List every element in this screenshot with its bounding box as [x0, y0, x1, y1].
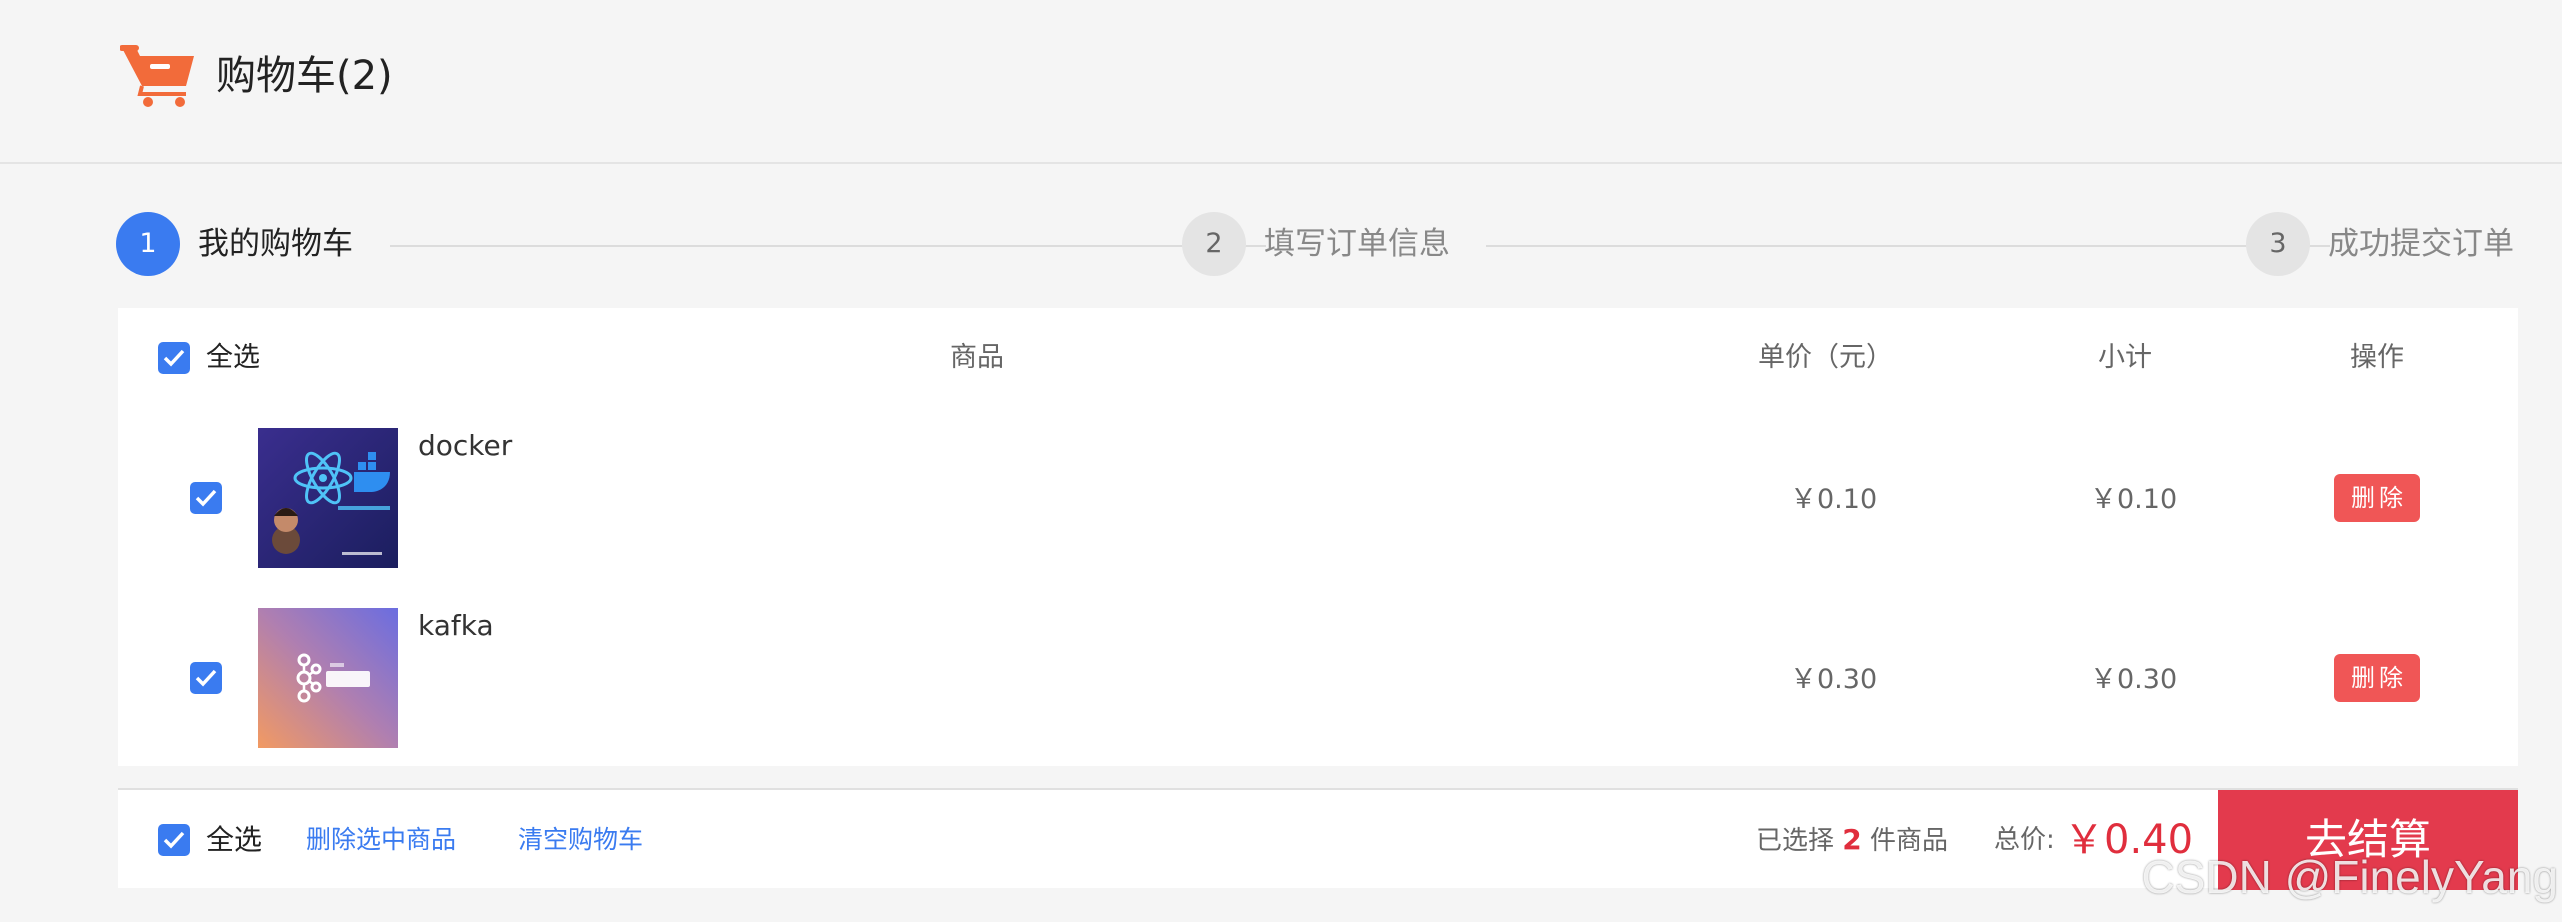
unit-price: ￥0.10	[1790, 484, 1878, 515]
footer-select-all-checkbox[interactable]	[158, 824, 190, 856]
step-3-label: 成功提交订单	[2328, 226, 2514, 262]
cart-page: 购物车(2) 1 我的购物车 2 填写订单信息 3 成功提交订单 全选 商品 单…	[0, 0, 2562, 922]
product-name[interactable]: docker	[418, 426, 512, 466]
checkmark-icon	[195, 669, 217, 687]
select-all-checkbox[interactable]	[158, 342, 190, 374]
cart-table: 全选 商品 单价（元） 小计 操作 docker ￥0.10 ￥0.10 删除 …	[118, 308, 2518, 766]
page-title: 购物车(2)	[216, 53, 393, 99]
column-header-product: 商品	[950, 342, 1004, 373]
selected-suffix: 件商品	[1870, 826, 1949, 856]
selected-count: 2	[1842, 823, 1862, 856]
column-header-price: 单价（元）	[1758, 342, 1893, 373]
step-2-label: 填写订单信息	[1264, 226, 1450, 262]
watermark: CSDN @FinelyYang	[2141, 851, 2558, 903]
footer-select-all-label: 全选	[206, 823, 263, 856]
subtotal: ￥0.10	[2090, 484, 2178, 515]
item-checkbox[interactable]	[190, 482, 222, 514]
step-2-number: 2	[1182, 212, 1246, 276]
unit-price: ￥0.30	[1790, 664, 1878, 695]
delete-button[interactable]: 删除	[2334, 654, 2420, 702]
selected-prefix: 已选择	[1756, 826, 1835, 856]
checkmark-icon	[163, 831, 185, 849]
selected-count-text: 已选择 2 件商品	[1756, 790, 1948, 891]
step-3-number: 3	[2246, 212, 2310, 276]
column-header-subtotal: 小计	[2098, 342, 2152, 373]
step-divider	[1486, 245, 2330, 247]
delete-button[interactable]: 删除	[2334, 474, 2420, 522]
total-label: 总价:	[1994, 825, 2055, 855]
shopping-cart-icon	[120, 45, 194, 107]
delete-selected-link[interactable]: 删除选中商品	[306, 790, 456, 890]
product-image-kafka[interactable]	[258, 608, 398, 748]
product-name[interactable]: kafka	[418, 606, 494, 646]
checkmark-icon	[195, 489, 217, 507]
checkout-steps: 1 我的购物车 2 填写订单信息 3 成功提交订单	[116, 212, 2520, 280]
cart-item-row: kafka ￥0.30 ￥0.30 删除	[118, 606, 2518, 756]
subtotal: ￥0.30	[2090, 664, 2178, 695]
step-1-label: 我的购物车	[198, 226, 353, 262]
product-image-docker[interactable]	[258, 428, 398, 568]
step-1-number: 1	[116, 212, 180, 276]
cart-item-row: docker ￥0.10 ￥0.10 删除	[118, 426, 2518, 576]
select-all-label: 全选	[206, 342, 260, 373]
page-header: 购物车(2)	[0, 0, 2562, 164]
clear-cart-link[interactable]: 清空购物车	[518, 790, 643, 890]
checkmark-icon	[163, 349, 185, 367]
step-divider	[390, 245, 1266, 247]
column-header-action: 操作	[2350, 342, 2404, 373]
item-checkbox[interactable]	[190, 662, 222, 694]
